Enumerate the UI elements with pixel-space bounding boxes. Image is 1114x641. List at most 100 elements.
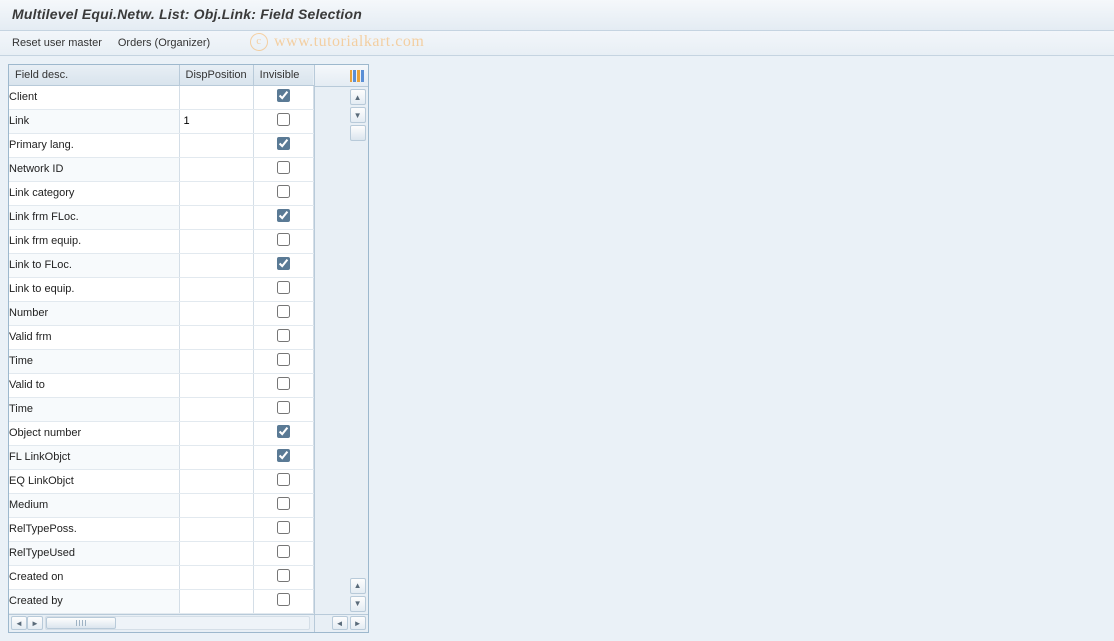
field-desc-cell[interactable]: Network ID	[9, 157, 179, 181]
orders-organizer-button[interactable]: Orders (Organizer)	[118, 37, 210, 49]
invisible-checkbox[interactable]	[277, 89, 290, 102]
disp-position-cell	[179, 565, 253, 589]
field-desc-cell[interactable]: Link to FLoc.	[9, 253, 179, 277]
field-desc-cell[interactable]: Primary lang.	[9, 133, 179, 157]
scroll-up-button[interactable]: ▲	[350, 89, 366, 105]
scroll-up-end-button[interactable]: ▲	[350, 578, 366, 594]
disp-position-input[interactable]	[180, 326, 253, 348]
disp-position-cell	[179, 421, 253, 445]
scroll-down-button[interactable]: ▼	[350, 107, 366, 123]
disp-position-input[interactable]	[180, 542, 253, 564]
field-desc-cell[interactable]: Object number	[9, 421, 179, 445]
invisible-checkbox[interactable]	[277, 185, 290, 198]
invisible-cell	[253, 421, 313, 445]
field-desc-cell[interactable]: Medium	[9, 493, 179, 517]
disp-position-input[interactable]	[180, 470, 253, 492]
disp-position-input[interactable]	[180, 230, 253, 252]
disp-position-input[interactable]	[180, 110, 253, 132]
disp-position-input[interactable]	[180, 494, 253, 516]
invisible-checkbox[interactable]	[277, 281, 290, 294]
disp-position-input[interactable]	[180, 422, 253, 444]
invisible-checkbox[interactable]	[277, 377, 290, 390]
col-header-field[interactable]: Field desc.	[9, 65, 179, 85]
disp-position-cell	[179, 109, 253, 133]
disp-position-input[interactable]	[180, 254, 253, 276]
invisible-checkbox[interactable]	[277, 545, 290, 558]
invisible-checkbox[interactable]	[277, 497, 290, 510]
field-desc-cell[interactable]: FL LinkObjct	[9, 445, 179, 469]
invisible-cell	[253, 325, 313, 349]
reset-user-master-button[interactable]: Reset user master	[12, 37, 102, 49]
field-desc-cell[interactable]: Created by	[9, 589, 179, 613]
col-header-disp[interactable]: DispPosition	[179, 65, 253, 85]
scroll-right-step-button[interactable]: ►	[27, 616, 43, 630]
invisible-checkbox[interactable]	[277, 401, 290, 414]
disp-position-input[interactable]	[180, 518, 253, 540]
invisible-checkbox[interactable]	[277, 425, 290, 438]
scroll-down-end-button[interactable]: ▼	[350, 596, 366, 612]
hscroll-thumb[interactable]	[46, 617, 116, 629]
field-desc-cell[interactable]: Valid frm	[9, 325, 179, 349]
field-desc-cell[interactable]: Link category	[9, 181, 179, 205]
field-desc-cell[interactable]: EQ LinkObjct	[9, 469, 179, 493]
disp-position-input[interactable]	[180, 398, 253, 420]
disp-position-input[interactable]	[180, 86, 253, 108]
field-desc-cell[interactable]: Link to equip.	[9, 277, 179, 301]
vertical-scrollbar[interactable]: ▲ ▼ ▲ ▼	[315, 87, 368, 614]
disp-position-cell	[179, 229, 253, 253]
field-desc-cell[interactable]: Time	[9, 349, 179, 373]
scroll-thumb[interactable]	[350, 125, 366, 141]
disp-position-input[interactable]	[180, 206, 253, 228]
field-desc-cell[interactable]: RelTypePoss.	[9, 517, 179, 541]
disp-position-input[interactable]	[180, 134, 253, 156]
field-desc-cell[interactable]: Link frm equip.	[9, 229, 179, 253]
invisible-checkbox[interactable]	[277, 161, 290, 174]
disp-position-input[interactable]	[180, 302, 253, 324]
disp-position-cell	[179, 253, 253, 277]
scroll-right-end-button[interactable]: ►	[350, 616, 366, 630]
disp-position-input[interactable]	[180, 590, 253, 612]
invisible-cell	[253, 397, 313, 421]
table-row: Number	[9, 301, 313, 325]
disp-position-input[interactable]	[180, 350, 253, 372]
disp-position-input[interactable]	[180, 374, 253, 396]
field-desc-cell[interactable]: RelTypeUsed	[9, 541, 179, 565]
invisible-checkbox[interactable]	[277, 569, 290, 582]
field-desc-cell[interactable]: Number	[9, 301, 179, 325]
field-desc-cell[interactable]: Link frm FLoc.	[9, 205, 179, 229]
field-desc-cell[interactable]: Client	[9, 85, 179, 109]
table-row: RelTypeUsed	[9, 541, 313, 565]
table-settings-button[interactable]	[315, 65, 368, 87]
field-desc-cell[interactable]: Time	[9, 397, 179, 421]
hscroll-track[interactable]	[45, 616, 310, 630]
col-header-inv[interactable]: Invisible	[253, 65, 313, 85]
invisible-checkbox[interactable]	[277, 305, 290, 318]
disp-position-input[interactable]	[180, 278, 253, 300]
table-row: FL LinkObjct	[9, 445, 313, 469]
invisible-checkbox[interactable]	[277, 329, 290, 342]
invisible-checkbox[interactable]	[277, 449, 290, 462]
field-desc-cell[interactable]: Valid to	[9, 373, 179, 397]
invisible-checkbox[interactable]	[277, 353, 290, 366]
invisible-checkbox[interactable]	[277, 521, 290, 534]
invisible-cell	[253, 373, 313, 397]
scroll-left-end-button[interactable]: ◄	[332, 616, 348, 630]
field-desc-cell[interactable]: Created on	[9, 565, 179, 589]
invisible-checkbox[interactable]	[277, 473, 290, 486]
invisible-checkbox[interactable]	[277, 233, 290, 246]
disp-position-input[interactable]	[180, 566, 253, 588]
invisible-checkbox[interactable]	[277, 113, 290, 126]
invisible-checkbox[interactable]	[277, 209, 290, 222]
invisible-checkbox[interactable]	[277, 257, 290, 270]
disp-position-input[interactable]	[180, 158, 253, 180]
disp-position-input[interactable]	[180, 446, 253, 468]
horizontal-scrollbar[interactable]: ◄ ►	[9, 615, 314, 632]
scroll-left-button[interactable]: ◄	[11, 616, 27, 630]
invisible-checkbox[interactable]	[277, 137, 290, 150]
field-desc-cell[interactable]: Link	[9, 109, 179, 133]
disp-position-cell	[179, 325, 253, 349]
invisible-checkbox[interactable]	[277, 593, 290, 606]
disp-position-cell	[179, 517, 253, 541]
disp-position-input[interactable]	[180, 182, 253, 204]
table-row: Medium	[9, 493, 313, 517]
